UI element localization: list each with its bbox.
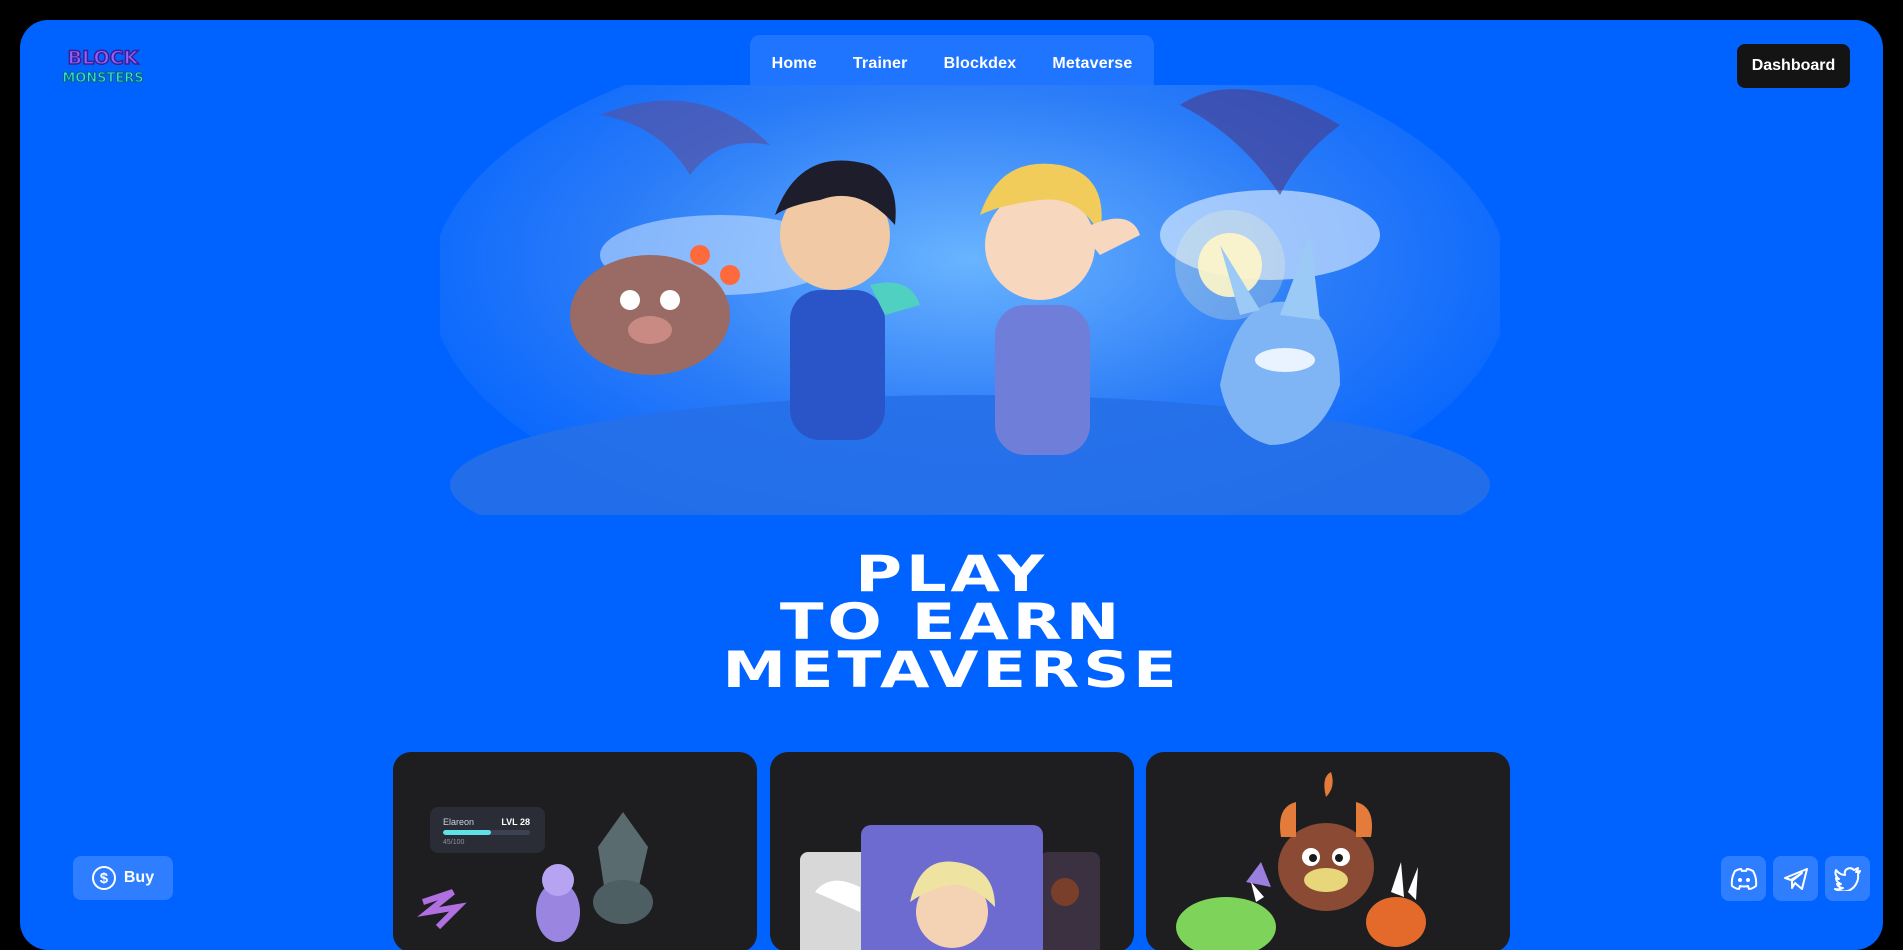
feature-card-monster[interactable]: Elareon LVL 28 45/100 [393, 752, 757, 950]
nav-trainer[interactable]: Trainer [853, 55, 908, 73]
hp-bar-fill [443, 830, 491, 835]
monster-level: LVL 28 [501, 817, 530, 827]
headline-line-3: METAVERSE [722, 641, 1181, 699]
monster-stat-panel: Elareon LVL 28 45/100 [430, 807, 545, 853]
logo-text-monsters: MONSTERS [62, 71, 143, 86]
hero-illustration [440, 85, 1500, 515]
metaverse-art [1176, 772, 1426, 950]
dollar-coin-icon: $ [91, 866, 116, 890]
block-monsters-logo[interactable]: BLOCK MONSTERS [56, 42, 150, 88]
nav-metaverse[interactable]: Metaverse [1052, 55, 1132, 73]
nav-blockdex[interactable]: Blockdex [944, 55, 1017, 73]
hp-bar [443, 830, 530, 835]
discord-icon [1730, 867, 1757, 890]
feature-card-metaverse[interactable] [1146, 752, 1510, 950]
nav-home[interactable]: Home [772, 55, 817, 73]
twitter-icon [1833, 866, 1861, 891]
discord-button[interactable] [1721, 856, 1766, 901]
buy-label: Buy [123, 869, 155, 886]
hp-value: 45/100 [443, 839, 465, 846]
twitter-button[interactable] [1825, 856, 1870, 901]
hero-headline: PLAY TO EARN METAVERSE [20, 545, 1883, 699]
page-frame: BLOCK MONSTERS Home Trainer Blockdex Met… [20, 20, 1883, 950]
telegram-icon [1783, 867, 1808, 890]
headline-line-2: TO EARN [779, 593, 1124, 651]
headline-line-1: PLAY [855, 545, 1048, 603]
monster-name: Elareon [443, 817, 475, 827]
dashboard-button[interactable]: Dashboard [1737, 44, 1850, 88]
trainer-art [800, 825, 1100, 950]
telegram-button[interactable] [1773, 856, 1818, 901]
buy-button[interactable]: $ Buy [73, 856, 173, 900]
logo-text-block: BLOCK [68, 47, 140, 69]
feature-card-trainer[interactable] [770, 752, 1134, 950]
